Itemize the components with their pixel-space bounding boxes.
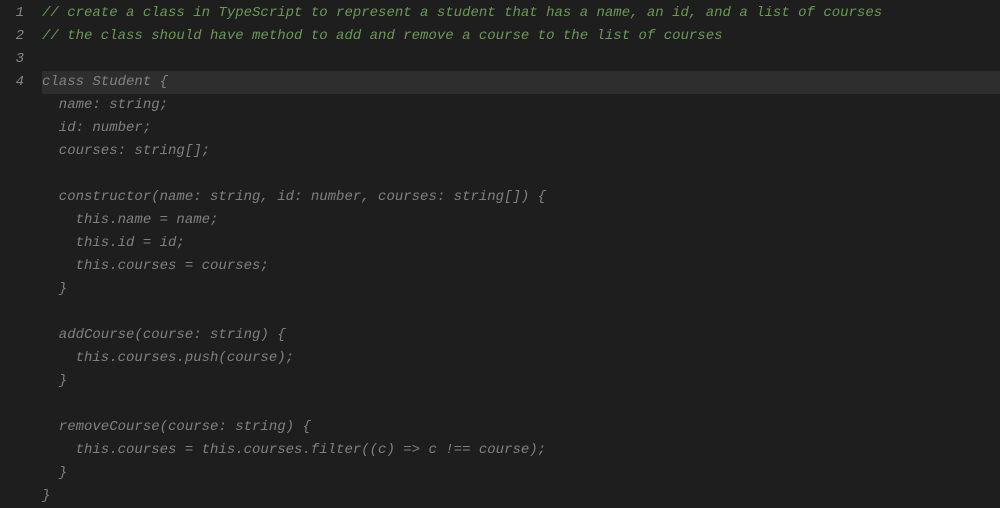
- line-number: 3: [0, 48, 24, 71]
- code-line[interactable]: id: number;: [42, 117, 1000, 140]
- code-line[interactable]: [42, 393, 1000, 416]
- code-line[interactable]: this.id = id;: [42, 232, 1000, 255]
- code-text: class Student {: [42, 74, 168, 90]
- line-number: 2: [0, 25, 24, 48]
- code-line[interactable]: this.courses.push(course);: [42, 347, 1000, 370]
- code-line[interactable]: courses: string[];: [42, 140, 1000, 163]
- code-text: this.id = id;: [42, 235, 185, 251]
- code-text: }: [42, 373, 67, 389]
- code-line[interactable]: addCourse(course: string) {: [42, 324, 1000, 347]
- code-text: }: [42, 281, 67, 297]
- line-number: 1: [0, 2, 24, 25]
- comment-text: // create a class in TypeScript to repre…: [42, 5, 882, 21]
- code-line[interactable]: class Student {: [42, 71, 1000, 94]
- code-line[interactable]: }: [42, 462, 1000, 485]
- line-number: 4: [0, 71, 24, 94]
- code-line[interactable]: [42, 48, 1000, 71]
- comment-text: // the class should have method to add a…: [42, 28, 723, 44]
- code-text: this.courses = courses;: [42, 258, 269, 274]
- code-area[interactable]: // create a class in TypeScript to repre…: [42, 0, 1000, 506]
- code-text: }: [42, 465, 67, 481]
- code-line[interactable]: constructor(name: string, id: number, co…: [42, 186, 1000, 209]
- code-text: }: [42, 488, 50, 504]
- code-line[interactable]: [42, 301, 1000, 324]
- code-line[interactable]: // create a class in TypeScript to repre…: [42, 2, 1000, 25]
- code-text: addCourse(course: string) {: [42, 327, 286, 343]
- line-number-gutter: 1234: [0, 0, 42, 506]
- code-line[interactable]: }: [42, 370, 1000, 393]
- code-text: courses: string[];: [42, 143, 210, 159]
- code-text: this.courses.push(course);: [42, 350, 294, 366]
- code-text: id: number;: [42, 120, 151, 136]
- code-text: name: string;: [42, 97, 168, 113]
- code-line[interactable]: // the class should have method to add a…: [42, 25, 1000, 48]
- code-line[interactable]: name: string;: [42, 94, 1000, 117]
- code-line[interactable]: }: [42, 278, 1000, 301]
- code-text: removeCourse(course: string) {: [42, 419, 311, 435]
- code-line[interactable]: removeCourse(course: string) {: [42, 416, 1000, 439]
- code-line[interactable]: this.courses = courses;: [42, 255, 1000, 278]
- code-line[interactable]: this.name = name;: [42, 209, 1000, 232]
- code-text: this.name = name;: [42, 212, 218, 228]
- code-line[interactable]: this.courses = this.courses.filter((c) =…: [42, 439, 1000, 462]
- code-editor[interactable]: 1234 // create a class in TypeScript to …: [0, 0, 1000, 506]
- code-text: constructor(name: string, id: number, co…: [42, 189, 546, 205]
- code-text: this.courses = this.courses.filter((c) =…: [42, 442, 546, 458]
- code-line[interactable]: [42, 163, 1000, 186]
- code-line[interactable]: }: [42, 485, 1000, 508]
